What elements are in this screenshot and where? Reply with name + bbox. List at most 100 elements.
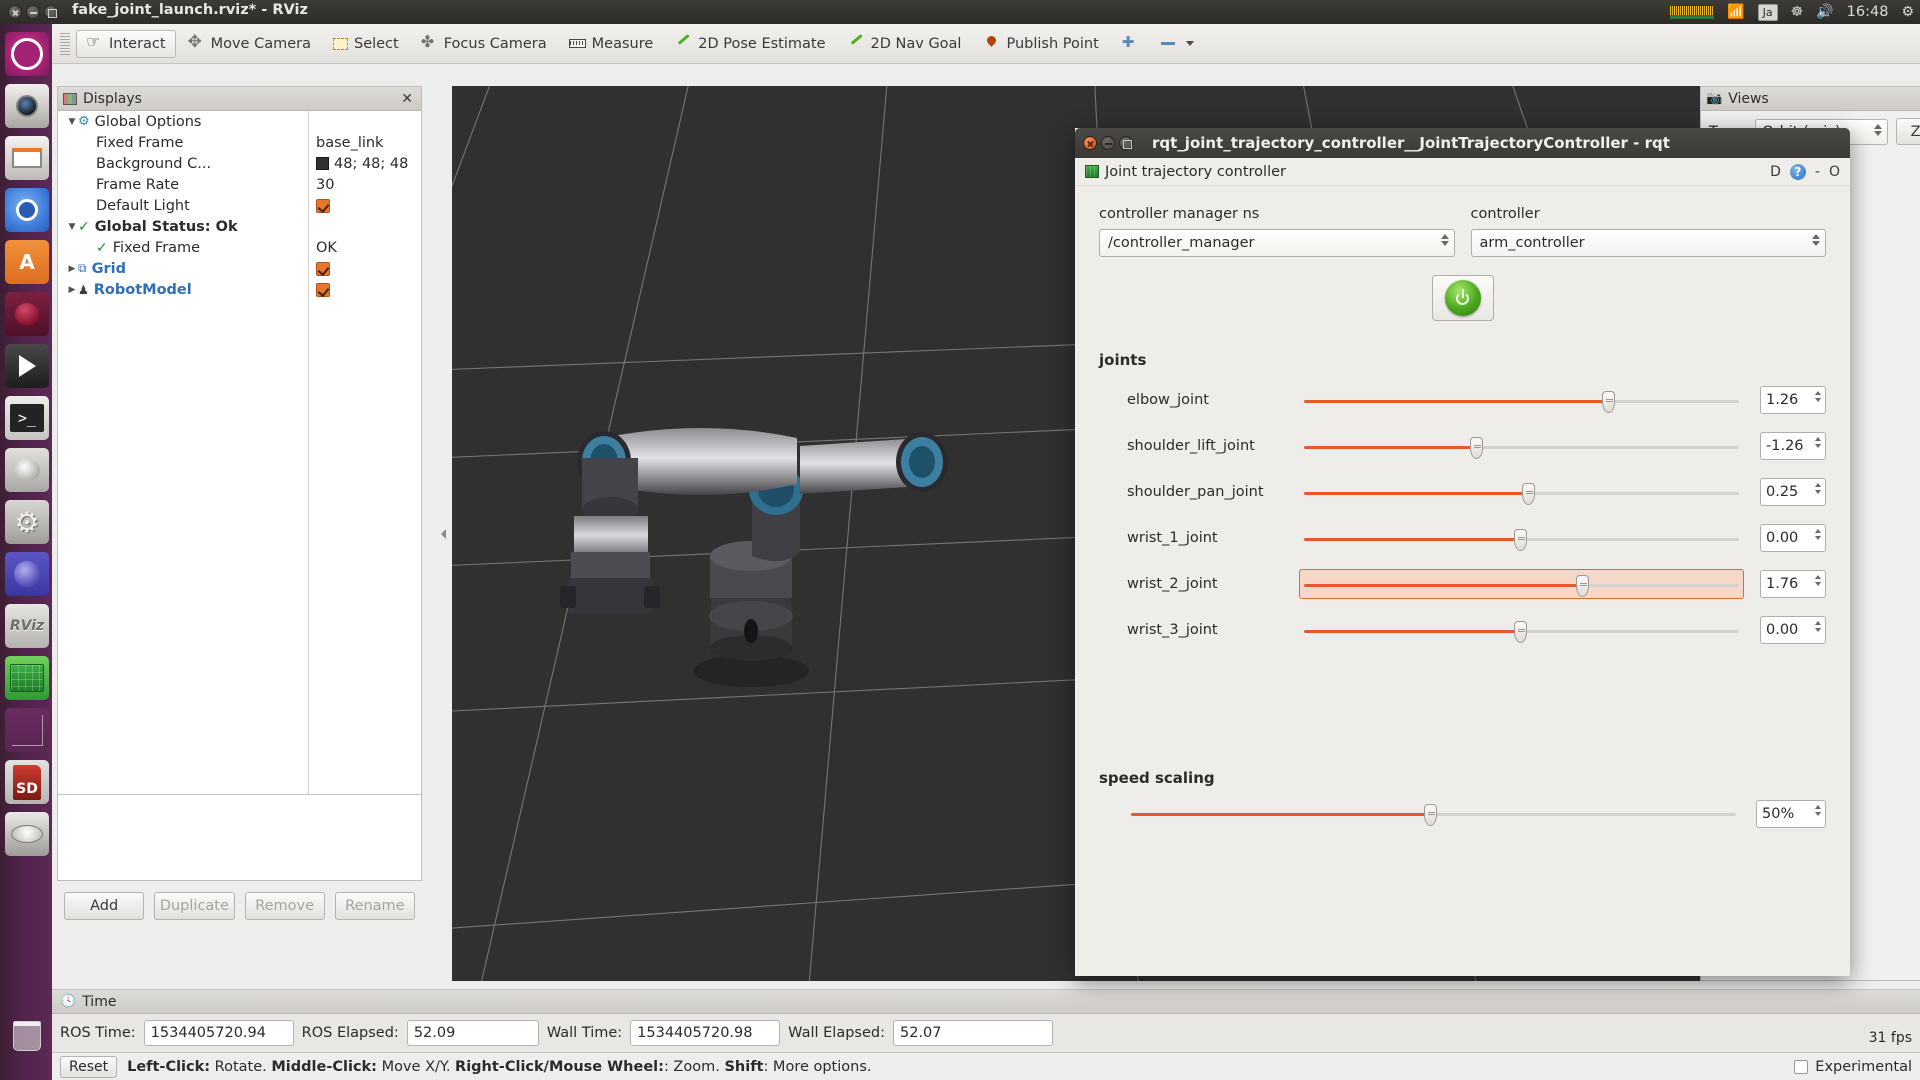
launcher-icon-system-tools[interactable] — [5, 500, 49, 544]
minimize-icon[interactable] — [1101, 136, 1115, 150]
ros-time-input[interactable]: 1534405720.94 — [144, 1020, 294, 1046]
reset-button[interactable]: Reset — [60, 1056, 117, 1078]
maximize-icon[interactable] — [44, 5, 58, 19]
slider-handle[interactable] — [1576, 575, 1589, 597]
launcher-icon-rqt[interactable] — [5, 656, 49, 700]
remove-button[interactable]: Remove — [245, 892, 325, 920]
spinner-arrows-icon[interactable] — [1815, 437, 1821, 448]
launcher-icon-amarok[interactable] — [5, 292, 49, 336]
joint-slider-shoulder_pan_joint[interactable] — [1299, 477, 1744, 507]
joint-value-spinbox-wrist_1_joint[interactable]: 0.00 — [1760, 524, 1826, 552]
launcher-icon-emacs[interactable] — [5, 552, 49, 596]
tool-2d-pose-estimate[interactable]: 2D Pose Estimate — [665, 30, 835, 58]
zero-button[interactable]: Zero — [1896, 118, 1920, 145]
tool-interact[interactable]: Interact — [76, 30, 176, 58]
wall-time-input[interactable]: 1534405720.98 — [630, 1020, 780, 1046]
joint-slider-wrist_2_joint[interactable] — [1299, 569, 1744, 599]
tool-measure[interactable]: Measure — [559, 30, 664, 58]
launcher-icon-camera[interactable] — [5, 84, 49, 128]
volume-icon[interactable]: 🔊 — [1816, 0, 1833, 24]
spinner-arrows-icon[interactable] — [1815, 391, 1821, 402]
help-icon[interactable]: ? — [1790, 164, 1806, 180]
checkbox-checked-icon[interactable] — [316, 283, 330, 297]
launcher-icon-ubuntu-dash[interactable] — [5, 32, 49, 76]
wall-elapsed-input[interactable]: 52.07 — [893, 1020, 1053, 1046]
slider-handle[interactable] — [1602, 391, 1615, 413]
display-row-value[interactable]: base_link — [308, 135, 383, 151]
launcher-icon-terminal[interactable] — [5, 396, 49, 440]
launcher-icon-trash[interactable] — [5, 1014, 49, 1058]
rqt-window-controls[interactable] — [1083, 136, 1133, 150]
experimental-toggle[interactable]: Experimental — [1794, 1059, 1912, 1075]
display-row-value[interactable]: OK — [308, 240, 337, 256]
slider-handle[interactable] — [1470, 437, 1483, 459]
joint-value-spinbox-wrist_2_joint[interactable]: 1.76 — [1760, 570, 1826, 598]
joint-slider-wrist_3_joint[interactable] — [1299, 615, 1744, 645]
joint-slider-elbow_joint[interactable] — [1299, 385, 1744, 415]
panel-splitter-handle[interactable] — [438, 86, 448, 981]
chevron-right-icon[interactable]: ▶ — [66, 264, 78, 274]
spinner-arrows-icon[interactable] — [1815, 805, 1821, 816]
launcher-icon-chromium[interactable] — [5, 188, 49, 232]
display-row[interactable]: Frame Rate30 — [58, 174, 421, 195]
tool-remove[interactable] — [1150, 30, 1204, 57]
launcher-icon-gimp[interactable] — [5, 448, 49, 492]
spinner-arrows-icon[interactable] — [1815, 529, 1821, 540]
rqt-titlebar[interactable]: rqt_joint_trajectory_controller__JointTr… — [1075, 128, 1850, 158]
controller-manager-combo[interactable]: /controller_manager — [1099, 229, 1455, 257]
maximize-icon[interactable] — [1119, 136, 1133, 150]
close-icon[interactable] — [8, 5, 22, 19]
spinner-arrows-icon[interactable] — [1815, 483, 1821, 494]
joint-value-spinbox-wrist_3_joint[interactable]: 0.00 — [1760, 616, 1826, 644]
duplicate-button[interactable]: Duplicate — [154, 892, 234, 920]
color-swatch[interactable] — [316, 157, 329, 170]
joint-value-spinbox-shoulder_pan_joint[interactable]: 0.25 — [1760, 478, 1826, 506]
checkbox-checked-icon[interactable] — [316, 262, 330, 276]
controller-combo[interactable]: arm_controller — [1471, 229, 1827, 257]
rename-button[interactable]: Rename — [335, 892, 415, 920]
launcher-icon-sd-card[interactable] — [5, 760, 49, 804]
keyboard-layout-indicator[interactable]: Ja — [1758, 4, 1778, 21]
launcher-icon-hard-disk[interactable] — [5, 812, 49, 856]
clock[interactable]: 16:48 — [1847, 4, 1889, 20]
speed-spinbox[interactable]: 50% — [1756, 800, 1826, 828]
joint-slider-shoulder_lift_joint[interactable] — [1299, 431, 1744, 461]
bluetooth-icon[interactable]: ☸ — [1791, 0, 1804, 24]
close-plugin-icon[interactable]: O — [1829, 164, 1840, 180]
tool-select[interactable]: Select — [323, 30, 409, 58]
dock-icon[interactable]: D — [1770, 164, 1781, 180]
joint-value-spinbox-elbow_joint[interactable]: 1.26 — [1760, 386, 1826, 414]
speed-slider-handle[interactable] — [1424, 804, 1437, 826]
wifi-icon[interactable]: 📶 — [1727, 0, 1744, 24]
joint-slider-wrist_1_joint[interactable] — [1299, 523, 1744, 553]
launcher-icon-workspace-switcher[interactable] — [5, 708, 49, 752]
launcher-icon-files[interactable] — [5, 136, 49, 180]
display-row-value[interactable]: 48; 48; 48 — [308, 156, 408, 172]
display-row[interactable]: Fixed Framebase_link — [58, 132, 421, 153]
display-row[interactable]: ▶⧉Grid — [58, 258, 421, 279]
chevron-down-icon[interactable]: ▼ — [66, 222, 78, 232]
window-controls[interactable] — [8, 5, 58, 19]
add-button[interactable]: Add — [64, 892, 144, 920]
close-icon[interactable] — [1083, 136, 1097, 150]
ros-elapsed-input[interactable]: 52.09 — [407, 1020, 539, 1046]
tool-add[interactable] — [1111, 30, 1148, 57]
checkbox-checked-icon[interactable] — [316, 199, 330, 213]
chevron-right-icon[interactable]: ▶ — [66, 285, 78, 295]
spinner-arrows-icon[interactable] — [1815, 575, 1821, 586]
display-row-value[interactable] — [308, 262, 330, 276]
launcher-icon-unity-editor[interactable] — [5, 344, 49, 388]
tool-2d-nav-goal[interactable]: 2D Nav Goal — [838, 30, 972, 58]
display-row-value[interactable] — [308, 199, 330, 213]
display-row[interactable]: Default Light — [58, 195, 421, 216]
close-icon[interactable]: ✕ — [398, 92, 416, 106]
joint-value-spinbox-shoulder_lift_joint[interactable]: -1.26 — [1760, 432, 1826, 460]
power-on-button[interactable] — [1432, 275, 1494, 321]
display-row[interactable]: Background C...48; 48; 48 — [58, 153, 421, 174]
display-row[interactable]: ▼⚙Global Options — [58, 111, 421, 132]
slider-handle[interactable] — [1514, 621, 1527, 643]
tool-move-camera[interactable]: Move Camera — [178, 30, 321, 58]
minimize-icon[interactable] — [26, 5, 40, 19]
display-row[interactable]: ✓Fixed FrameOK — [58, 237, 421, 258]
display-row-value[interactable] — [308, 283, 330, 297]
